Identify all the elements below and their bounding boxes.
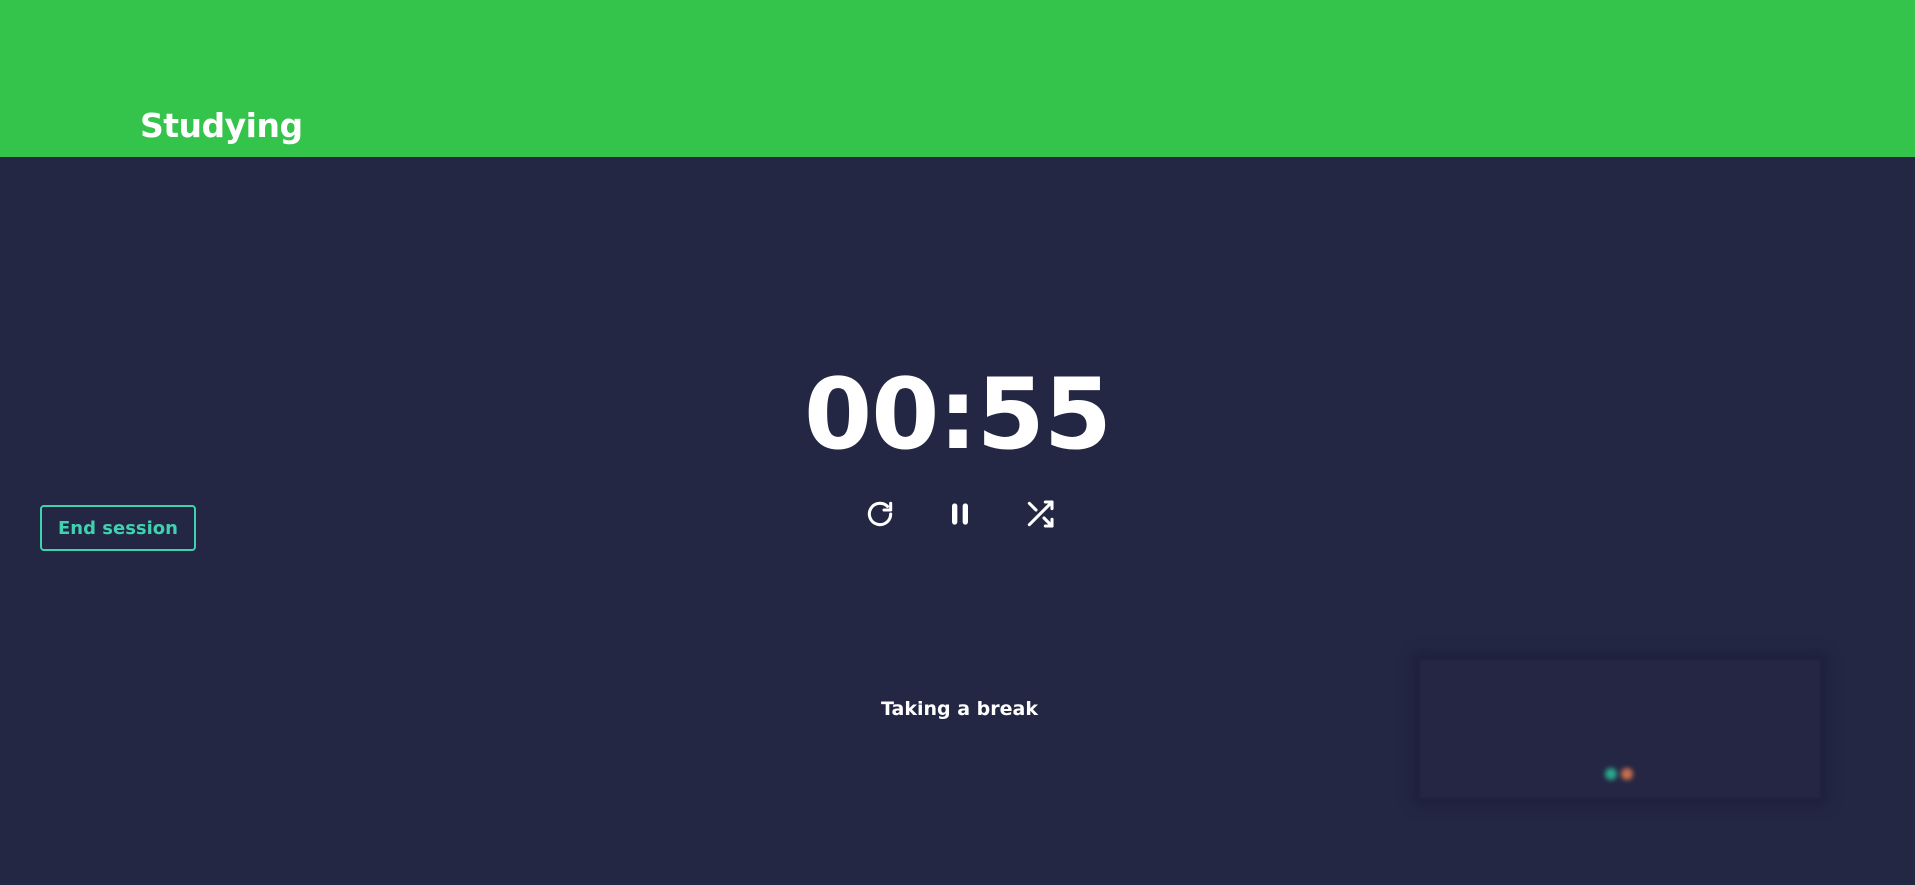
timer-controls bbox=[860, 494, 1060, 538]
timer-display: 00:55 bbox=[804, 358, 1112, 472]
indicator-dot-orange bbox=[1621, 768, 1633, 780]
shuffle-button[interactable] bbox=[1020, 494, 1060, 534]
pause-button[interactable] bbox=[940, 494, 980, 534]
pause-icon bbox=[952, 503, 968, 525]
restart-button[interactable] bbox=[860, 494, 900, 534]
header-bar: Studying bbox=[0, 0, 1915, 157]
mini-player-panel bbox=[1420, 660, 1820, 798]
indicator-dot-green bbox=[1605, 768, 1617, 780]
shuffle-icon bbox=[1027, 500, 1054, 528]
restart-icon bbox=[867, 501, 893, 527]
end-session-button[interactable]: End session bbox=[40, 505, 196, 551]
page-title: Studying bbox=[140, 106, 303, 145]
